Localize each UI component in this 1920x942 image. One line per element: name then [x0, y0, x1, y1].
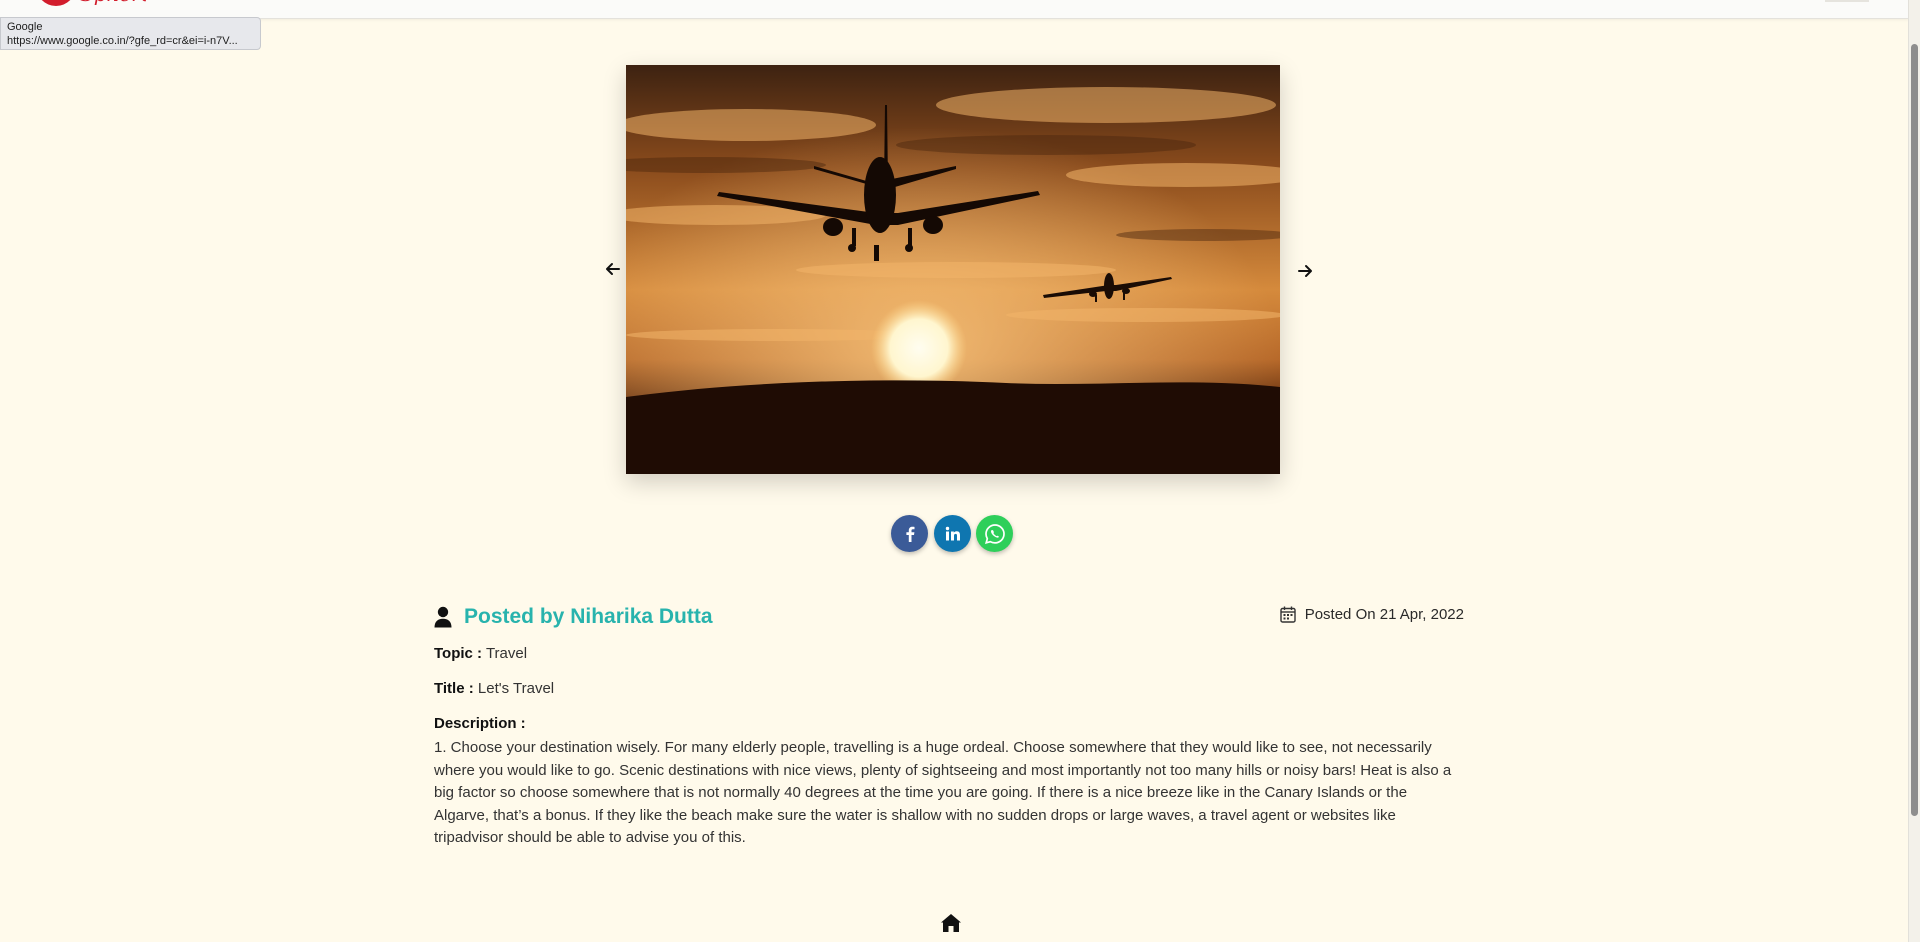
post-meta-row: Posted by Niharika Dutta Posted On 21 Ap…: [434, 600, 1464, 636]
arrow-right-icon: [1298, 265, 1312, 277]
home-icon: [941, 914, 961, 932]
carousel-prev-button[interactable]: [602, 258, 624, 280]
post-details: Posted by Niharika Dutta Posted On 21 Ap…: [434, 600, 1464, 846]
site-logo[interactable]: Sphere: [36, 0, 146, 8]
arrow-left-icon: [606, 263, 620, 275]
page-scrollbar[interactable]: [1908, 0, 1920, 942]
facebook-icon: [905, 526, 914, 542]
title-field: Title : Let's Travel: [434, 679, 554, 699]
author-name[interactable]: Posted by Niharika Dutta: [464, 605, 713, 629]
author-block: Posted by Niharika Dutta: [434, 605, 713, 629]
posted-date-text: Posted On 21 Apr, 2022: [1304, 606, 1464, 623]
description-text: 1. Choose your destination wisely. For m…: [434, 739, 1452, 846]
home-button[interactable]: [940, 913, 962, 938]
top-navbar: Sphere: [0, 0, 1909, 19]
logo-mark: [36, 0, 76, 6]
link-hover-tooltip: Google https://www.google.co.in/?gfe_rd=…: [0, 17, 261, 50]
page: Sphere Google https://www.google.co.in/?…: [0, 0, 1920, 942]
title-value: Let's Travel: [477, 680, 555, 697]
navbar-edge: [1825, 0, 1869, 2]
tooltip-url: https://www.google.co.in/?gfe_rd=cr&ei=i…: [7, 35, 238, 47]
topic-field: Topic : Travel: [434, 644, 527, 664]
title-label: Title :: [434, 680, 474, 697]
scrollbar-thumb[interactable]: [1911, 44, 1918, 816]
posted-date: Posted On 21 Apr, 2022: [1280, 606, 1464, 623]
topic-value: Travel: [485, 645, 528, 662]
linkedin-icon: [945, 526, 960, 540]
topic-label: Topic :: [434, 645, 483, 662]
sunset-airplanes-image: [626, 65, 1280, 474]
share-linkedin-button[interactable]: [934, 515, 971, 552]
calendar-icon: [1280, 606, 1296, 623]
share-facebook-button[interactable]: [891, 515, 928, 552]
user-icon: [434, 606, 452, 628]
carousel-image: [626, 65, 1280, 474]
description-label: Description :: [434, 715, 526, 732]
tooltip-title: Google: [7, 21, 43, 33]
logo-text: Sphere: [80, 0, 146, 6]
carousel-next-button[interactable]: [1294, 260, 1316, 282]
whatsapp-icon: [984, 523, 1005, 544]
share-whatsapp-button[interactable]: [976, 515, 1013, 552]
